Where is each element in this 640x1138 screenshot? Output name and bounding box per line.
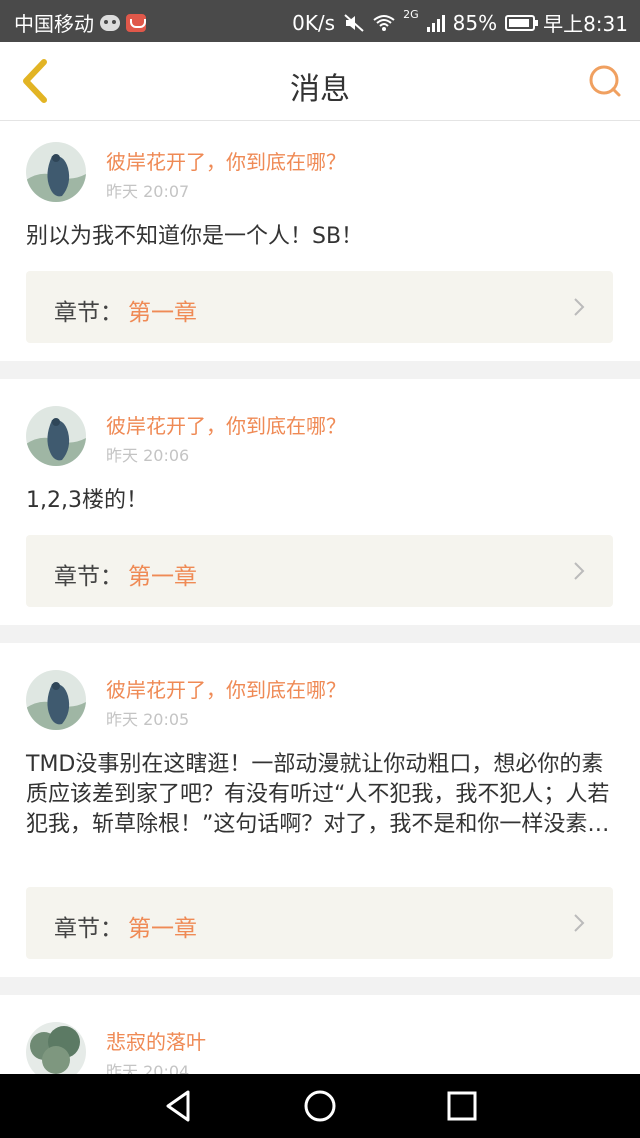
chapter-label: 章节： [54, 300, 123, 326]
battery-icon [505, 14, 539, 31]
clock: 早上8:31 [543, 12, 628, 36]
chapter-value: 第一章 [128, 564, 197, 590]
page-title: 消息 [290, 72, 350, 107]
timestamp: 昨天 20:07 [106, 182, 190, 201]
avatar[interactable] [26, 406, 86, 466]
wifi-icon [373, 14, 395, 31]
nav-recents-icon[interactable] [444, 1088, 480, 1124]
mute-icon [344, 13, 364, 32]
message-text: 别以为我不知道你是一个人！SB！ [26, 224, 364, 249]
network-type: 2G [403, 8, 419, 21]
app-header: 消息 [0, 42, 640, 121]
avatar[interactable] [26, 1022, 86, 1074]
message-card: 悲寂的落叶 昨天 20:04 [0, 995, 640, 1074]
username[interactable]: 彼岸花开了，你到底在哪？ [106, 410, 346, 439]
chevron-right-icon [574, 298, 585, 316]
timestamp: 昨天 20:04 [106, 1062, 190, 1074]
chevron-right-icon [574, 914, 585, 932]
mail-notification-icon [126, 13, 146, 32]
timestamp: 昨天 20:05 [106, 710, 190, 729]
chapter-value: 第一章 [128, 916, 197, 942]
status-left: 中国移动 [14, 8, 146, 37]
message-card: 彼岸花开了，你到底在哪？ 昨天 20:07 别以为我不知道你是一个人！SB！ 章… [0, 121, 640, 361]
message-text: 1,2,3楼的！ [26, 488, 148, 513]
chapter-link[interactable]: 章节： 第一章 [26, 535, 613, 607]
chevron-right-icon [574, 562, 585, 580]
nav-home-icon[interactable] [302, 1088, 338, 1124]
carrier-label: 中国移动 [14, 12, 94, 36]
chapter-link[interactable]: 章节： 第一章 [26, 887, 613, 959]
status-bar: 中国移动 0K/s 2G 85% 早上8:31 [0, 0, 640, 42]
avatar[interactable] [26, 142, 86, 202]
wechat-icon [100, 14, 120, 31]
signal-icon [426, 14, 445, 32]
username[interactable]: 彼岸花开了，你到底在哪？ [106, 674, 346, 703]
avatar[interactable] [26, 670, 86, 730]
timestamp: 昨天 20:06 [106, 446, 190, 465]
chapter-label: 章节： [54, 916, 123, 942]
username[interactable]: 悲寂的落叶 [106, 1026, 206, 1055]
chapter-link[interactable]: 章节： 第一章 [26, 271, 613, 343]
message-card: 彼岸花开了，你到底在哪？ 昨天 20:06 1,2,3楼的！ 章节： 第一章 [0, 379, 640, 625]
system-nav-bar [0, 1074, 640, 1138]
search-icon[interactable] [588, 64, 622, 98]
net-speed: 0K/s [292, 10, 336, 35]
nav-back-icon[interactable] [160, 1088, 196, 1124]
status-right: 0K/s 2G 85% 早上8:31 [292, 8, 628, 37]
chapter-label: 章节： [54, 564, 123, 590]
battery-percent: 85% [452, 10, 498, 35]
username[interactable]: 彼岸花开了，你到底在哪？ [106, 146, 346, 175]
message-text: TMD没事别在这瞎逛！一部动漫就让你动粗口，想必你的素质应该差到家了吧？有没有听… [26, 752, 610, 837]
chapter-value: 第一章 [128, 300, 197, 326]
message-card: 彼岸花开了，你到底在哪？ 昨天 20:05 TMD没事别在这瞎逛！一部动漫就让你… [0, 643, 640, 977]
